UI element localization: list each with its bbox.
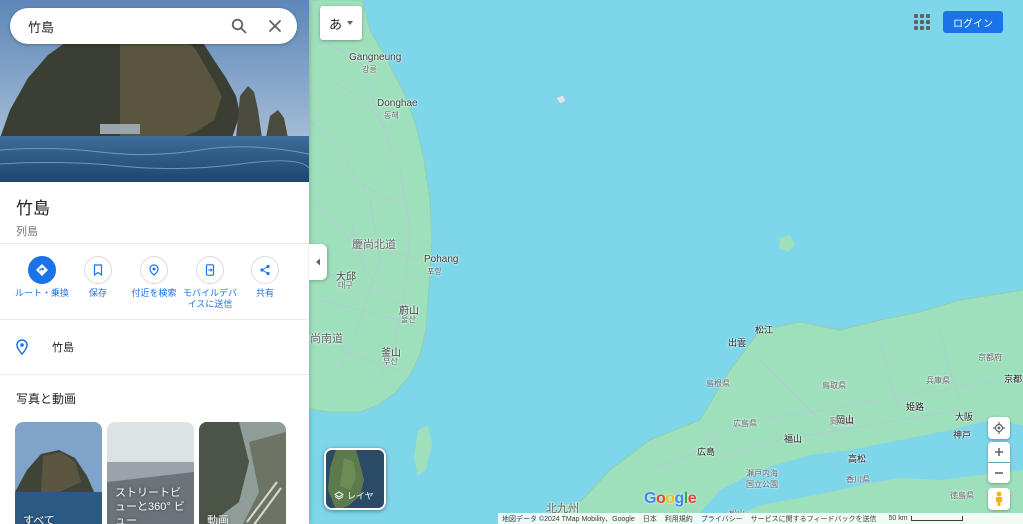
street-view-pegman-button[interactable] (988, 488, 1010, 510)
nearby-icon (140, 256, 168, 284)
scale-bar (910, 516, 963, 521)
scale-label: 50 km (888, 515, 908, 522)
footer-link-japan[interactable]: 日本 (643, 514, 657, 524)
photo-caption-all: すべて (23, 515, 55, 524)
map-label-busan-ko: 부산 (383, 357, 398, 366)
place-header: 竹島 列島 (0, 182, 309, 244)
apps-grid-icon[interactable] (912, 12, 932, 32)
map-label-fukuyama: 福山 (784, 434, 803, 444)
plus-icon (995, 448, 1003, 456)
place-category: 列島 (16, 226, 38, 238)
save-button[interactable]: 保存 (67, 256, 129, 299)
footer-link-privacy[interactable]: プライバシー (701, 514, 743, 524)
map-pin-icon (16, 339, 28, 355)
search-box[interactable]: 竹島 (10, 8, 297, 44)
map-label-kyoto: 京都 (1004, 374, 1023, 384)
photo-image-video (199, 422, 286, 524)
map-label-pohang-ko: 포항 (427, 267, 442, 276)
map-label-donghae-ko: 동해 (384, 111, 399, 120)
map-label-shimane: 島根県 (706, 379, 730, 388)
pegman-icon (996, 491, 1002, 506)
map-label-kagawa: 香川県 (846, 475, 870, 484)
minus-icon (995, 472, 1003, 474)
collapse-panel-button[interactable] (309, 244, 327, 280)
map-label-hiroshima-pref: 広島県 (733, 419, 757, 428)
search-input[interactable]: 竹島 (28, 17, 225, 36)
map-label-hiroshima: 広島 (697, 447, 716, 457)
map-label-matsue: 松江 (755, 325, 774, 335)
directions-label: ルート・乗換 (14, 288, 69, 298)
map-label-kobe: 神戸 (953, 430, 972, 440)
layers-label: レイヤ (347, 491, 374, 501)
my-location-icon (993, 422, 1005, 434)
zoom-in-button[interactable] (988, 442, 1010, 462)
map-label-himeji: 姫路 (906, 402, 925, 412)
place-title: 竹島 (16, 199, 50, 218)
map-label-donghae: Donghae (377, 98, 418, 109)
photo-thumb-video[interactable]: 動画 (199, 422, 286, 524)
close-icon (269, 20, 281, 32)
share-icon (251, 256, 279, 284)
map-label-kyoto-pref: 京都府 (978, 353, 1002, 362)
chevron-down-icon (347, 21, 353, 25)
search-button[interactable] (225, 12, 253, 40)
photo-thumb-all[interactable]: すべて (15, 422, 102, 524)
map-label-daegu-ko: 대구 (338, 281, 353, 290)
layers-button[interactable]: レイヤ (324, 448, 386, 510)
map-label-tottori: 鳥取県 (822, 381, 846, 390)
map-label-tokushima: 徳島県 (950, 491, 974, 500)
map-label-ulsan-ko: 울산 (401, 315, 416, 324)
send-to-phone-label: モバイルデバイスに送信 (182, 288, 237, 309)
photo-thumb-streetview[interactable]: ストリートビューと360° ビュー (107, 422, 194, 524)
map-label-takamatsu: 高松 (848, 454, 867, 464)
place-panel: 竹島 竹島 列島 ルート・乗換 保存 付近を検索 モバイルデバイスに送信 共有 … (0, 0, 309, 524)
map-footer: 地図データ ©2024 TMap Mobility、Google 日本 利用規約… (498, 513, 1023, 524)
address-row[interactable]: 竹島 (0, 320, 309, 375)
input-language-button[interactable]: あ (320, 6, 362, 40)
map-label-seto: 瀬戸内海 (746, 469, 778, 478)
address-text: 竹島 (52, 342, 74, 354)
layers-icon (334, 490, 344, 500)
zoom-out-button[interactable] (988, 463, 1010, 483)
layers-label-group: レイヤ (334, 489, 374, 502)
scale-control[interactable]: 50 km (889, 515, 963, 522)
chevron-left-icon (316, 258, 320, 266)
map-label-izumo: 出雲 (728, 338, 747, 348)
search-icon (231, 18, 247, 34)
map-label-osaka: 大阪 (955, 412, 974, 422)
share-label: 共有 (255, 288, 274, 298)
photo-image-all (15, 422, 102, 524)
directions-icon (28, 256, 56, 284)
photo-caption-streetview: ストリートビューと360° ビュー (115, 487, 185, 524)
map-label-gangneung-ko: 강릉 (362, 65, 377, 74)
footer-link-terms[interactable]: 利用規約 (665, 514, 693, 524)
action-bar: ルート・乗換 保存 付近を検索 モバイルデバイスに送信 共有 (0, 244, 309, 320)
map-label-seto2: 国立公園 (746, 480, 778, 489)
map-label-pohang: Pohang (424, 254, 459, 265)
send-to-phone-button[interactable]: モバイルデバイスに送信 (179, 256, 241, 310)
google-logo: Google (644, 490, 697, 507)
clear-search-button[interactable] (261, 12, 289, 40)
footer-attribution: 地図データ ©2024 TMap Mobility、Google (502, 515, 635, 523)
photo-caption-video: 動画 (207, 515, 229, 524)
save-label: 保存 (88, 288, 107, 298)
my-location-button[interactable] (988, 417, 1010, 439)
directions-button[interactable]: ルート・乗換 (11, 256, 73, 299)
footer-link-feedback[interactable]: サービスに関するフィードバックを送信 (751, 514, 877, 524)
map-label-gyeongnam: 尚南道 (310, 333, 343, 345)
login-button[interactable]: ログイン (943, 11, 1003, 33)
map-label-gyeongbuk: 慶尚北道 (352, 239, 396, 251)
map-label-hyogo: 兵庫県 (926, 376, 950, 385)
bookmark-icon (84, 256, 112, 284)
map-label-gangneung: Gangneung (349, 52, 402, 63)
search-nearby-label: 付近を検索 (131, 288, 177, 298)
map-label-okayama: 岡山 (836, 415, 855, 425)
search-nearby-button[interactable]: 付近を検索 (123, 256, 185, 299)
send-to-phone-icon (196, 256, 224, 284)
share-button[interactable]: 共有 (234, 256, 296, 299)
input-language-label: あ (328, 16, 342, 32)
photos-heading: 写真と動画 (16, 392, 77, 406)
app: Gangneung 강릉 Donghae 동해 慶尚北道 大邱 대구 Pohan… (0, 0, 1023, 524)
